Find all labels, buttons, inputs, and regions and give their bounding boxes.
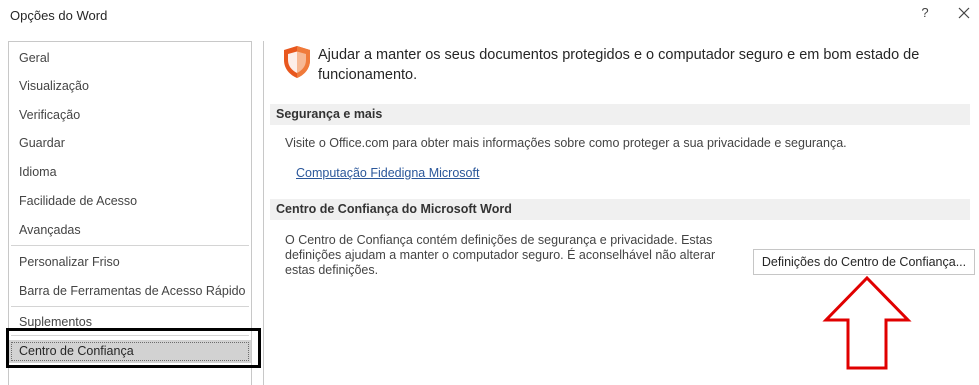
trust-center-settings-button[interactable]: Definições do Centro de Confiança...	[753, 249, 975, 275]
sidebar-item-verificacao[interactable]: Verificação	[9, 104, 251, 126]
sidebar-separator	[11, 306, 249, 307]
sidebar-item-barra-acesso-rapido[interactable]: Barra de Ferramentas de Acesso Rápido	[9, 280, 251, 302]
close-icon	[958, 7, 970, 19]
intro-text: Ajudar a manter os seus documentos prote…	[318, 47, 920, 83]
sidebar-separator	[11, 335, 249, 336]
section-header-seguranca: Segurança e mais	[270, 104, 970, 125]
title-bar: Opções do Word ?	[0, 0, 979, 34]
sidebar-item-visualizacao[interactable]: Visualização	[9, 75, 251, 97]
sidebar-item-facilidade-de-acesso[interactable]: Facilidade de Acesso	[9, 190, 251, 212]
sidebar-item-avancadas[interactable]: Avançadas	[9, 219, 251, 241]
options-sidebar: Geral Visualização Verificação Guardar I…	[8, 41, 252, 385]
sidebar-item-guardar[interactable]: Guardar	[9, 132, 251, 154]
arrow-up-icon	[822, 276, 912, 370]
trustworthy-computing-link[interactable]: Computação Fidedigna Microsoft	[296, 166, 479, 181]
close-button[interactable]	[954, 3, 974, 23]
sidebar-separator	[11, 245, 249, 246]
window-title: Opções do Word	[10, 8, 108, 23]
trust-center-description: O Centro de Confiança contém definições …	[285, 233, 716, 277]
shield-icon	[284, 46, 310, 78]
sidebar-item-idioma[interactable]: Idioma	[9, 161, 251, 183]
help-button[interactable]: ?	[917, 5, 933, 20]
sidebar-item-geral[interactable]: Geral	[9, 47, 251, 69]
section-header-centro-confianca: Centro de Confiança do Microsoft Word	[270, 199, 970, 220]
sidebar-item-personalizar-friso[interactable]: Personalizar Friso	[9, 251, 251, 273]
sidebar-item-centro-de-confianca[interactable]: Centro de Confiança	[9, 340, 251, 363]
security-description: Visite o Office.com para obter mais info…	[285, 136, 847, 150]
sidebar-item-suplementos[interactable]: Suplementos	[9, 311, 251, 333]
